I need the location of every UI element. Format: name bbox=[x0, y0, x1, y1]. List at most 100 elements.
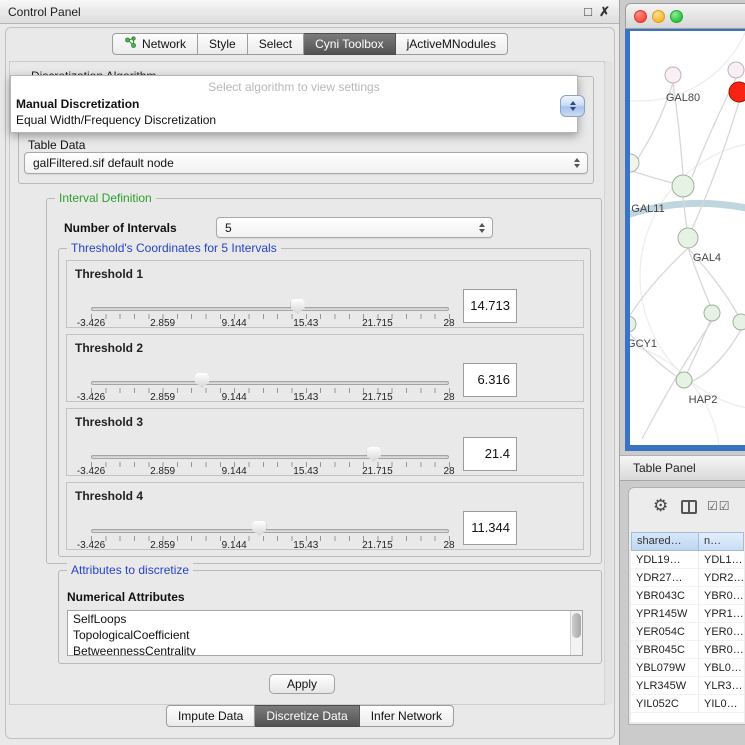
algorithm-option-manual[interactable]: Manual Discretization bbox=[11, 96, 577, 112]
tab-style[interactable]: Style bbox=[198, 33, 248, 55]
node-table: shared… n… YDL19…YDL1…YDR27…YDR2…YBR043C… bbox=[631, 532, 744, 722]
slider-scale: -3.4262.8599.14415.4321.71528 bbox=[91, 466, 449, 478]
network-node[interactable] bbox=[672, 175, 694, 197]
number-of-intervals-label: Number of Intervals bbox=[64, 221, 177, 235]
table-cell: YBR0… bbox=[699, 641, 744, 658]
network-window-titlebar bbox=[625, 3, 745, 29]
threshold-slider-thumb[interactable] bbox=[195, 373, 209, 388]
slider-scale-label: 9.144 bbox=[222, 540, 247, 551]
threshold-slider-thumb[interactable] bbox=[291, 299, 305, 314]
tab-cyni-toolbox[interactable]: Cyni Toolbox bbox=[304, 33, 395, 55]
tab-jactivemnodules[interactable]: jActiveMNodules bbox=[396, 33, 508, 55]
gear-icon[interactable]: ⚙ bbox=[653, 496, 668, 516]
network-icon bbox=[124, 36, 137, 52]
list-scrollbar-thumb[interactable] bbox=[572, 613, 581, 638]
tab-impute-data[interactable]: Impute Data bbox=[166, 705, 255, 727]
slider-scale-label: 15.43 bbox=[293, 466, 318, 477]
threshold-slider-thumb[interactable] bbox=[252, 521, 266, 536]
network-node[interactable] bbox=[733, 314, 745, 330]
slider-scale-label: 28 bbox=[443, 540, 454, 551]
close-traffic-light-icon[interactable] bbox=[634, 10, 647, 23]
number-of-intervals-combobox[interactable]: 5 bbox=[216, 217, 493, 238]
threshold-slider-track[interactable] bbox=[91, 381, 449, 385]
apply-button[interactable]: Apply bbox=[269, 674, 335, 694]
column-header-shared-name[interactable]: shared… bbox=[631, 532, 699, 551]
network-node[interactable] bbox=[676, 372, 692, 388]
table-data-combobox[interactable]: galFiltered.sif default node bbox=[24, 152, 588, 174]
network-node-label: GAL4 bbox=[693, 252, 721, 264]
tab-discretize-data[interactable]: Discretize Data bbox=[255, 705, 359, 727]
slider-scale-label: 9.144 bbox=[222, 318, 247, 329]
minimize-traffic-light-icon[interactable] bbox=[652, 10, 665, 23]
algorithm-dropdown-popup: Select algorithm to view settings Manual… bbox=[10, 75, 578, 133]
threshold-value-input[interactable]: 11.344 bbox=[463, 511, 517, 545]
table-row[interactable]: YDR27…YDR2… bbox=[631, 569, 744, 587]
table-cell: YPR145W bbox=[631, 605, 699, 622]
attribute-items: SelfLoopsTopologicalCoefficientBetweenne… bbox=[68, 611, 582, 656]
table-row[interactable]: YBR045CYBR0… bbox=[631, 641, 744, 659]
network-node[interactable] bbox=[728, 62, 744, 78]
threshold-slider-track[interactable] bbox=[91, 455, 449, 459]
zoom-traffic-light-icon[interactable] bbox=[670, 10, 683, 23]
tab-label: Style bbox=[209, 37, 236, 51]
slider-scale-label: -3.426 bbox=[77, 318, 105, 329]
table-row[interactable]: YIL052CYIL0… bbox=[631, 695, 744, 713]
tab-network[interactable]: Network bbox=[112, 33, 198, 55]
table-cell: YBR0… bbox=[699, 587, 744, 604]
table-row[interactable]: YER054CYER0… bbox=[631, 623, 744, 641]
slider-scale-label: 15.43 bbox=[293, 318, 318, 329]
table-cell: YDR27… bbox=[631, 569, 699, 586]
column-header-name[interactable]: n… bbox=[699, 532, 744, 551]
attribute-item[interactable]: SelfLoops bbox=[68, 611, 582, 627]
table-cell: YLR3… bbox=[699, 677, 744, 694]
thresholds-group-title: Threshold's Coordinates for 5 Intervals bbox=[67, 241, 281, 255]
threshold-value-input[interactable]: 14.713 bbox=[463, 289, 517, 323]
close-icon[interactable]: ✗ bbox=[599, 4, 610, 19]
chevron-updown-icon bbox=[479, 223, 485, 233]
attribute-item[interactable]: TopologicalCoefficient bbox=[68, 627, 582, 643]
threshold-panel-2: Threshold 2 -3.4262.8599.14415.4321.7152… bbox=[66, 334, 584, 402]
network-node[interactable] bbox=[665, 67, 681, 83]
threshold-slider-track[interactable] bbox=[91, 307, 449, 311]
network-node[interactable] bbox=[630, 316, 636, 332]
attribute-item[interactable]: BetweennessCentrality bbox=[68, 643, 582, 656]
network-canvas[interactable]: GAL80GAL11GAL4GCY1HAP2 bbox=[630, 31, 745, 445]
minimize-icon[interactable]: □ bbox=[584, 4, 592, 19]
threshold-slider-thumb[interactable] bbox=[367, 447, 381, 462]
slider-scale-label: 2.859 bbox=[150, 318, 175, 329]
background-arc bbox=[630, 31, 745, 101]
table-cell: YBR043C bbox=[631, 587, 699, 604]
algorithm-option-equal-width[interactable]: Equal Width/Frequency Discretization bbox=[11, 112, 577, 128]
threshold-value-input[interactable]: 6.316 bbox=[463, 363, 517, 397]
tab-select[interactable]: Select bbox=[248, 33, 304, 55]
table-cell: YDR2… bbox=[699, 569, 744, 586]
numerical-attributes-list[interactable]: SelfLoopsTopologicalCoefficientBetweenne… bbox=[67, 610, 583, 656]
columns-icon[interactable] bbox=[681, 500, 697, 514]
network-node[interactable] bbox=[630, 154, 639, 172]
algorithm-combobox-stepper[interactable] bbox=[560, 95, 585, 117]
panel-scrollbar[interactable] bbox=[604, 61, 613, 705]
network-node[interactable] bbox=[678, 228, 698, 248]
table-row[interactable]: YBR043CYBR0… bbox=[631, 587, 744, 605]
network-node-label: GAL11 bbox=[631, 203, 664, 215]
slider-scale: -3.4262.8599.14415.4321.71528 bbox=[91, 540, 449, 552]
table-panel-window: ⚙ ☑☑ shared… n… YDL19…YDL1…YDR27…YDR2…YB… bbox=[628, 487, 745, 725]
table-row[interactable]: YPR145WYPR1… bbox=[631, 605, 744, 623]
table-cell: YER054C bbox=[631, 623, 699, 640]
table-row[interactable]: YBL079WYBL0… bbox=[631, 659, 744, 677]
network-node-label: HAP2 bbox=[689, 394, 718, 406]
network-node[interactable] bbox=[704, 305, 720, 321]
network-node[interactable] bbox=[729, 82, 745, 102]
select-columns-icons[interactable]: ☑☑ bbox=[707, 499, 731, 513]
list-scrollbar[interactable] bbox=[570, 611, 582, 655]
threshold-label: Threshold 3 bbox=[75, 415, 143, 429]
threshold-slider-track[interactable] bbox=[91, 529, 449, 533]
threshold-value-input[interactable]: 21.4 bbox=[463, 437, 517, 471]
chevron-updown-icon bbox=[574, 158, 580, 168]
table-row[interactable]: YDL19…YDL1… bbox=[631, 551, 744, 569]
table-row[interactable]: YLR345WYLR3… bbox=[631, 677, 744, 695]
slider-scale-label: 21.715 bbox=[362, 466, 393, 477]
control-panel-window: Control Panel □ ✗ Network St bbox=[0, 0, 620, 745]
tab-infer-network[interactable]: Infer Network bbox=[360, 705, 454, 727]
network-edge bbox=[691, 330, 741, 382]
